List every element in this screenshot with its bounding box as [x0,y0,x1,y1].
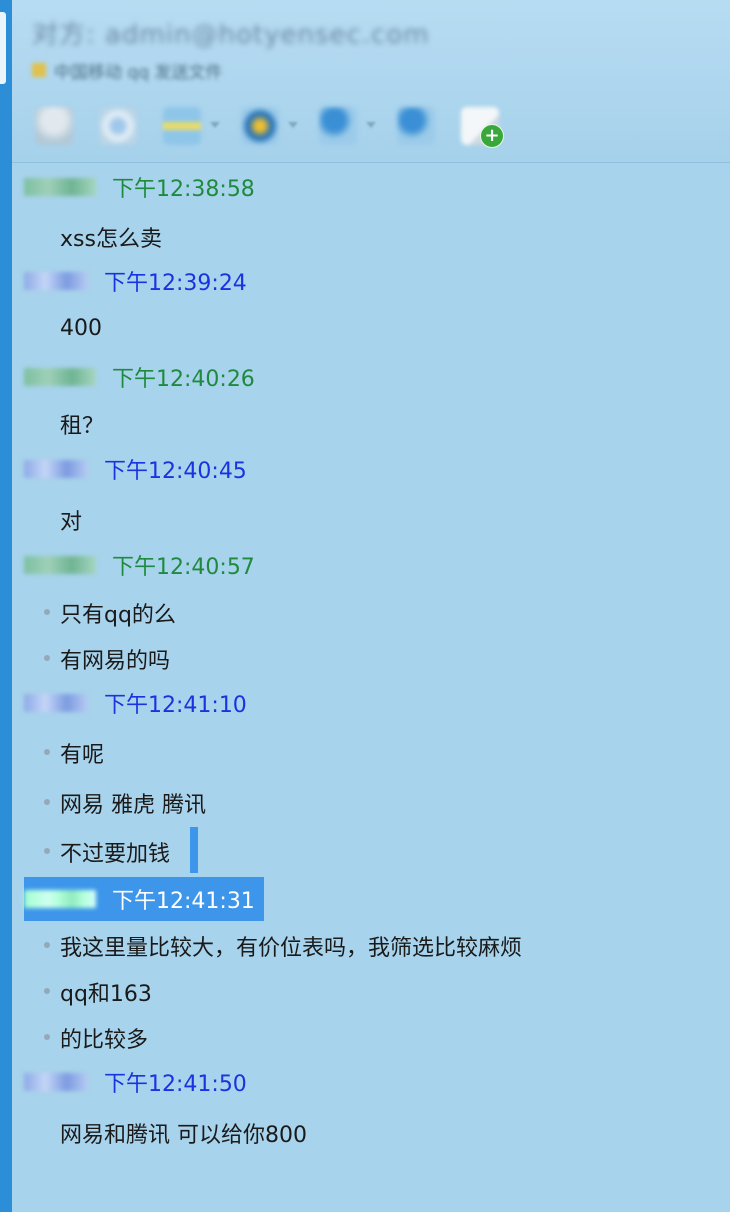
message-header: 下午12:41:50 [24,1071,247,1097]
microphone-icon [35,107,73,145]
bullet-icon [44,988,50,994]
user-add-icon [397,107,435,145]
message-time: 下午12:40:45 [104,459,247,484]
message-time: 下午12:41:50 [104,1072,247,1097]
dropdown-arrow-icon[interactable] [366,122,376,128]
message-header: 下午12:40:57 [24,554,255,580]
voice-call-button[interactable] [30,102,78,150]
message-header: 下午12:38:58 [24,176,255,202]
message-time: 下午12:39:24 [104,271,247,296]
window-edge-tab [0,12,6,84]
bullet-icon [44,609,50,615]
message-header: 下午12:40:26 [24,366,255,392]
message-time: 下午12:40:26 [112,367,255,392]
message-line: 400 [60,316,102,341]
bullet-icon [44,655,50,661]
dropdown-arrow-icon[interactable] [288,122,298,128]
globe-icon [241,107,279,145]
message-time: 下午12:41:31 [112,889,255,914]
message-line: 有呢 [60,743,105,768]
create-note-button[interactable]: + [456,102,504,150]
message-line: 对 [60,510,83,535]
contact-title: 对方: admin@hotyensec.com [32,20,430,50]
plus-icon: + [480,124,504,148]
message-line: 我这里量比较大，有价位表吗，我筛选比较麻烦 [60,936,523,961]
window-edge [0,0,12,1212]
message-line: 网易 雅虎 腾讯 [60,793,206,818]
message-line: qq和163 [60,982,152,1007]
message-line: 的比较多 [60,1028,149,1053]
app-button[interactable] [236,102,298,150]
message-header: 下午12:41:31 [24,888,255,914]
chat-header: 对方: admin@hotyensec.com 中国移动 qq 发送文件 + [12,0,730,163]
message-line: xss怎么卖 [60,227,162,252]
remove-contact-button[interactable] [314,102,376,150]
sender-name [24,460,88,478]
message-line: 有网易的吗 [60,649,171,674]
message-line: 只有qq的么 [60,603,176,628]
sender-name [24,272,88,290]
chat-history[interactable]: 下午12:38:58 xss怎么卖 下午12:39:24 400 下午12:40… [12,163,730,1212]
bullet-icon [44,1034,50,1040]
message-time: 下午12:40:57 [112,555,255,580]
contact-subtitle: 中国移动 qq 发送文件 [54,62,223,83]
folder-icon [163,107,201,145]
message-header: 下午12:41:10 [24,692,247,718]
user-remove-icon [319,107,357,145]
message-time: 下午12:38:58 [112,177,255,202]
sender-name [24,178,96,196]
message-line: 不过要加钱 [60,842,171,867]
video-call-button[interactable] [94,102,142,150]
toolbar: + [30,98,730,154]
message-time: 下午12:41:10 [104,693,247,718]
selection-cursor [190,827,198,873]
sender-name [24,890,96,908]
bullet-icon [44,799,50,805]
sender-name [24,1073,88,1091]
send-file-button[interactable] [158,102,220,150]
contact-status: 中国移动 qq 发送文件 [32,58,223,83]
message-line: 网易和腾讯 可以给你800 [60,1123,307,1148]
camera-icon [99,107,137,145]
message-line: 租？ [60,414,105,439]
message-header: 下午12:40:45 [24,458,247,484]
add-contact-button[interactable] [392,102,440,150]
bullet-icon [44,942,50,948]
sender-name [24,368,96,386]
message-header: 下午12:39:24 [24,270,247,296]
sender-name [24,556,96,574]
bullet-icon [44,749,50,755]
dropdown-arrow-icon[interactable] [210,122,220,128]
sender-name [24,694,88,712]
status-icon [32,63,46,77]
bullet-icon [44,848,50,854]
